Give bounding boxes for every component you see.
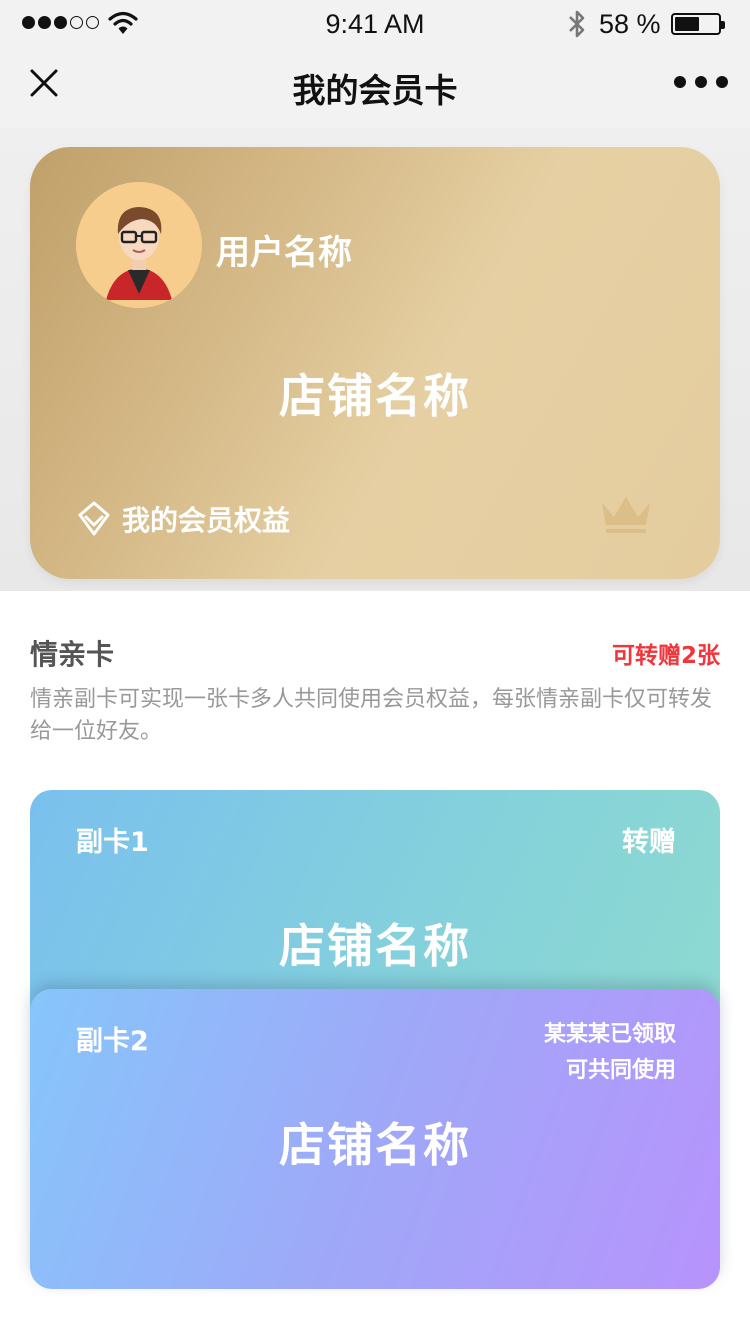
sub-card-store-name: 店铺名称 bbox=[279, 1118, 471, 1172]
transfer-button[interactable]: 转赠 bbox=[622, 820, 676, 859]
member-card[interactable]: 用户名称 店铺名称 我的会员权益 bbox=[30, 147, 720, 579]
sub-card-name: 副卡1 bbox=[76, 827, 149, 858]
sub-card-2[interactable]: 副卡2 某某某已领取 可共同使用 店铺名称 bbox=[30, 989, 720, 1289]
sub-card-status: 某某某已领取 可共同使用 bbox=[544, 1017, 676, 1089]
gift-quota: 可转赠2张 bbox=[611, 643, 720, 669]
claimed-status: 某某某已领取 bbox=[543, 1022, 676, 1047]
avatar-illustration bbox=[76, 182, 202, 308]
crown-icon bbox=[602, 497, 650, 533]
bluetooth-icon bbox=[569, 10, 585, 38]
battery-icon bbox=[671, 13, 725, 35]
more-dots-icon[interactable] bbox=[674, 76, 728, 88]
diamond-icon bbox=[78, 501, 110, 536]
user-name: 用户名称 bbox=[216, 233, 352, 273]
section-description: 情亲副卡可实现一张卡多人共同使用会员权益，每张情亲副卡仅可转发给一位好友。 bbox=[30, 687, 713, 744]
battery-percent: 58 % bbox=[599, 9, 661, 39]
sub-card-name: 副卡2 bbox=[76, 1026, 149, 1057]
section-title: 情亲卡 bbox=[30, 638, 115, 671]
nav-bar: 我的会员卡 bbox=[0, 48, 750, 128]
sub-card-store-name: 店铺名称 bbox=[279, 919, 471, 973]
member-benefits-link[interactable]: 我的会员权益 bbox=[74, 499, 290, 539]
avatar[interactable] bbox=[76, 182, 202, 308]
status-bar: 9:41 AM 58 % bbox=[0, 0, 750, 48]
store-name: 店铺名称 bbox=[279, 369, 471, 423]
shared-status: 可共同使用 bbox=[565, 1058, 676, 1083]
page-title: 我的会员卡 bbox=[292, 71, 458, 110]
member-benefits-label: 我的会员权益 bbox=[122, 504, 291, 537]
